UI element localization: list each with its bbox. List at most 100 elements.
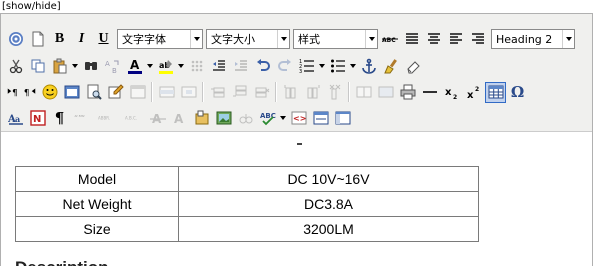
spellcheck-icon[interactable]: ABC [257, 108, 278, 129]
preview-icon[interactable] [83, 82, 104, 103]
underline-button[interactable]: U [93, 29, 114, 50]
emoticon-icon[interactable] [39, 82, 60, 103]
svg-text:N: N [33, 114, 41, 125]
remove-format-icon[interactable] [186, 56, 207, 77]
spellcheck-dropdown-arrow[interactable] [279, 108, 287, 129]
paste-icon[interactable] [49, 56, 70, 77]
svg-text:3: 3 [299, 69, 302, 74]
outdent-icon[interactable] [208, 56, 229, 77]
toolbar-row-2: AB A ab 1 2 3 [5, 54, 423, 78]
chevron-down-icon [277, 30, 289, 48]
align-center-icon[interactable] [423, 29, 444, 50]
superscript-icon[interactable]: x2 [463, 82, 484, 103]
svg-text:<>: <> [293, 114, 306, 123]
insert-col-before-icon[interactable] [280, 82, 301, 103]
toolbar-separator [275, 82, 277, 102]
strikethrough-icon[interactable]: ABC [379, 29, 400, 50]
highlight-color-icon[interactable]: ab [155, 56, 176, 77]
find-icon[interactable] [80, 56, 101, 77]
insert-table-icon[interactable] [485, 81, 506, 103]
merge-cells-icon[interactable] [375, 82, 396, 103]
show-hide-toggle[interactable]: [show/hide] [2, 1, 61, 12]
template-icon[interactable] [127, 82, 148, 103]
svg-text:x: x [467, 90, 474, 100]
style-props-icon[interactable]: Aa [5, 108, 26, 129]
table-cell-props-icon[interactable] [178, 82, 199, 103]
delete-col-icon[interactable] [324, 82, 345, 103]
description-heading: Description [15, 258, 109, 266]
svg-text:¶: ¶ [12, 89, 18, 99]
new-document-icon[interactable] [27, 29, 48, 50]
svg-text:ABC: ABC [260, 112, 276, 120]
acronym-icon[interactable]: A.B.C. [120, 108, 146, 129]
align-left-icon[interactable] [445, 29, 466, 50]
abbr-icon[interactable]: ABBR. [93, 108, 119, 129]
split-cells-icon[interactable] [353, 82, 374, 103]
chevron-down-icon [190, 30, 202, 48]
editor-toolbar: B I U 文字字体 文字大小 样式 ABC Heading 2 A B A a… [1, 14, 592, 132]
show-blocks-icon[interactable]: ¶ [49, 108, 70, 129]
delete-row-icon[interactable] [251, 82, 272, 103]
toolbar-row-4: Aa N ¶ “” “ ABBR. A.B.C. A A ABC <> [5, 106, 353, 130]
unordered-list-dropdown-arrow[interactable] [349, 56, 357, 77]
align-right-icon[interactable] [467, 29, 488, 50]
font-family-select[interactable]: 文字字体 [117, 29, 203, 49]
absolute-position-icon[interactable]: N [27, 108, 48, 129]
anchor-icon[interactable] [358, 56, 379, 77]
toolbar-separator [348, 82, 350, 102]
font-color-dropdown-arrow[interactable] [146, 56, 154, 77]
undo-icon[interactable] [252, 56, 273, 77]
edit-source-icon[interactable] [105, 82, 126, 103]
svg-text:2: 2 [475, 86, 479, 93]
unordered-list-icon[interactable] [327, 56, 348, 77]
indent-icon[interactable] [230, 56, 251, 77]
font-color-icon[interactable]: A [124, 56, 145, 77]
fullscreen-icon[interactable] [332, 108, 353, 129]
editor-content-area[interactable]: Model DC 10V~16V Net Weight DC3.8A Size … [1, 133, 592, 266]
horizontal-rule-icon[interactable] [419, 82, 440, 103]
cut-icon[interactable] [5, 56, 26, 77]
subscript-icon[interactable]: x2 [441, 82, 462, 103]
ordered-list-dropdown-arrow[interactable] [318, 56, 326, 77]
insert-row-before-icon[interactable] [207, 82, 228, 103]
spec-value: DC 10V~16V [178, 166, 479, 192]
eraser-icon[interactable] [402, 56, 423, 77]
print-icon[interactable] [397, 82, 418, 103]
layer-icon[interactable] [310, 108, 331, 129]
iframe-icon[interactable] [61, 82, 82, 103]
italic-button[interactable]: I [71, 29, 92, 50]
replace-icon[interactable]: AB [102, 56, 123, 77]
media-icon[interactable] [235, 108, 256, 129]
bold-button[interactable]: B [49, 29, 70, 50]
insert-image-icon[interactable] [213, 108, 234, 129]
table-row: Size 3200LM [15, 216, 479, 242]
paste-dropdown-arrow[interactable] [71, 56, 79, 77]
help-icon[interactable] [5, 29, 26, 50]
attributes-icon[interactable] [191, 108, 212, 129]
svg-text:2: 2 [453, 94, 457, 100]
special-char-icon[interactable]: Ω [507, 82, 528, 103]
ltr-icon[interactable]: ¶ [5, 82, 21, 103]
highlight-dropdown-arrow[interactable] [177, 56, 185, 77]
table-row-props-icon[interactable] [156, 82, 177, 103]
html-source-icon[interactable]: <> [288, 108, 309, 129]
chevron-down-icon [562, 30, 574, 48]
insertion-icon[interactable]: A [169, 108, 190, 129]
separator-mark [297, 143, 302, 145]
cleanup-icon[interactable] [380, 56, 401, 77]
redo-icon[interactable] [274, 56, 295, 77]
format-select[interactable]: Heading 2 [491, 29, 575, 49]
svg-text:x: x [445, 87, 452, 98]
copy-icon[interactable] [27, 56, 48, 77]
font-size-select[interactable]: 文字大小 [206, 29, 290, 49]
svg-text:a: a [15, 114, 20, 124]
justify-full-icon[interactable] [401, 29, 422, 50]
style-select[interactable]: 样式 [293, 29, 378, 49]
deletion-icon[interactable]: A [147, 108, 168, 129]
rtl-icon[interactable]: ¶ [22, 82, 38, 103]
style-value: 样式 [298, 33, 320, 46]
insert-row-after-icon[interactable] [229, 82, 250, 103]
cite-icon[interactable]: “” “ [71, 108, 92, 129]
insert-col-after-icon[interactable] [302, 82, 323, 103]
ordered-list-icon[interactable]: 123 [296, 56, 317, 77]
